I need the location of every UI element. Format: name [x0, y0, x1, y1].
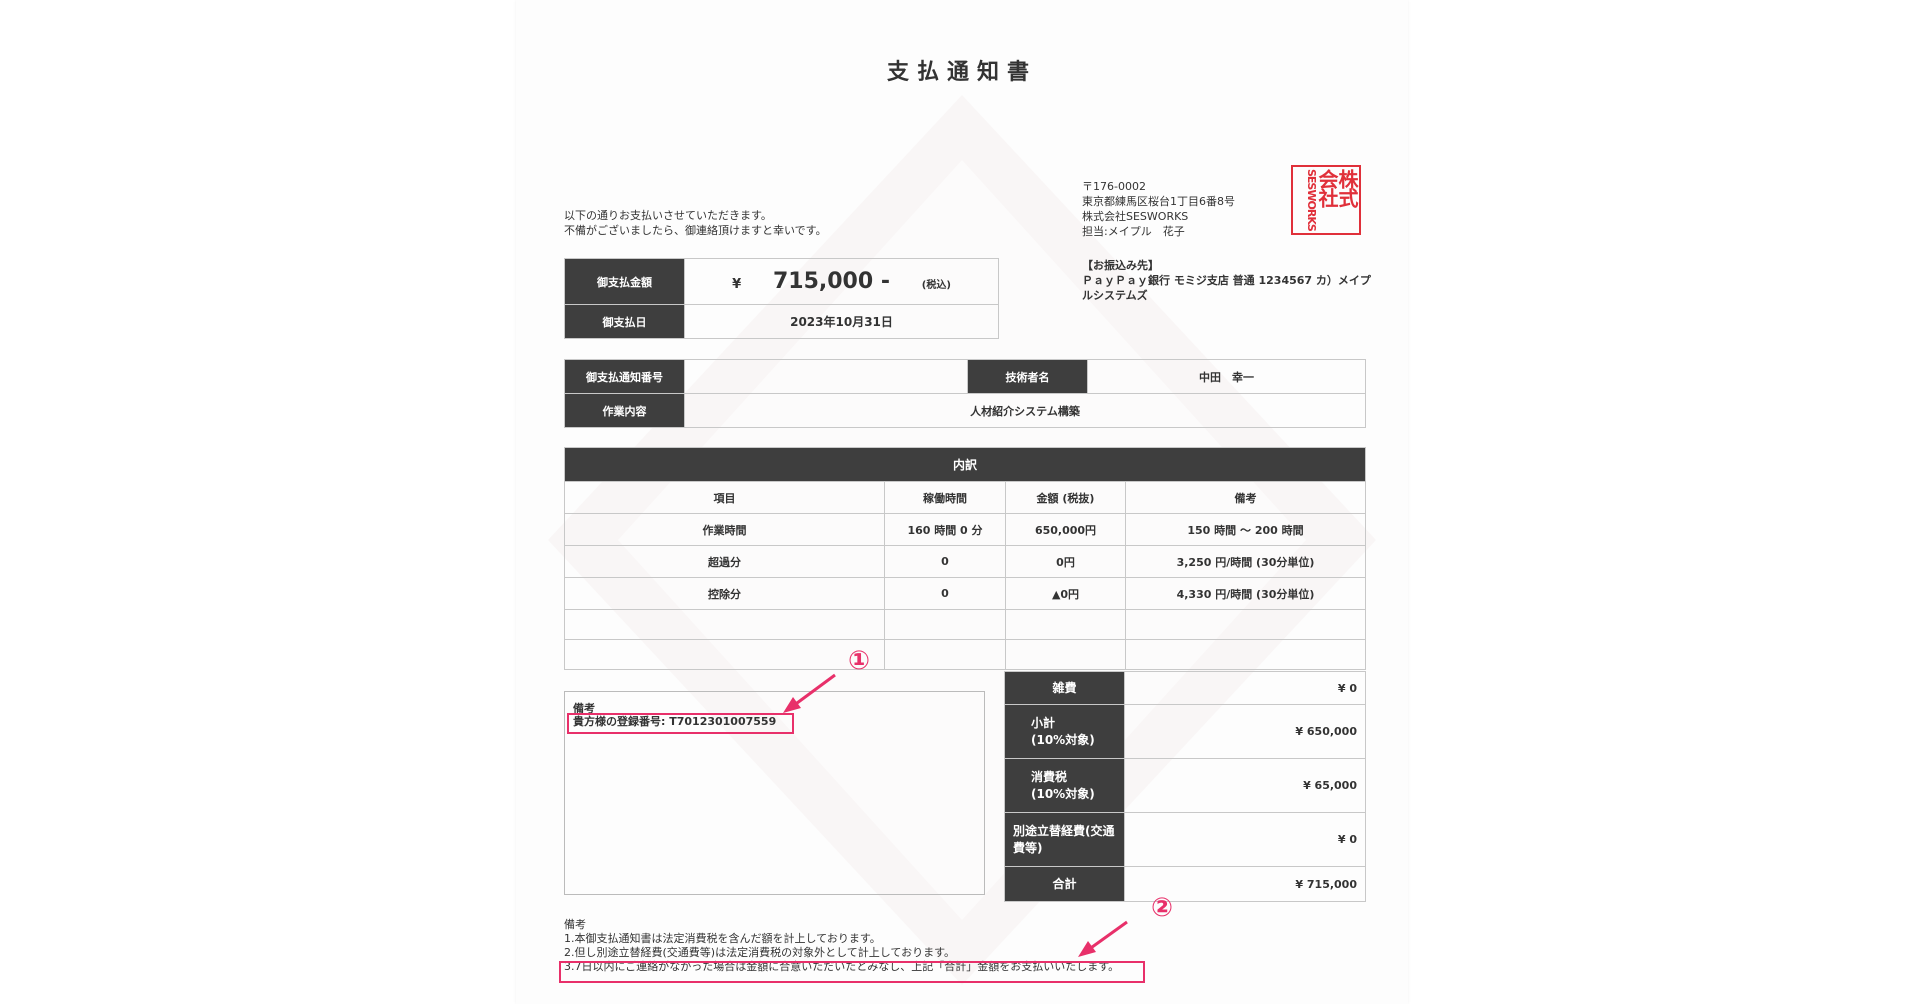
- payment-notice-document: 支払通知書 以下の通りお支払いさせていただきます。 不備がございましたら、御連絡…: [516, 0, 1408, 1004]
- intro-line-2: 不備がございましたら、御連絡頂けますと幸いです。: [564, 224, 827, 237]
- row-amount: 0円: [1005, 545, 1126, 578]
- amount-value: 715,000 -: [772, 269, 890, 294]
- row-amount: ▲0円: [1005, 577, 1126, 610]
- annotation-marker-2: ②: [1151, 893, 1174, 923]
- row-hours: 0: [884, 577, 1006, 610]
- breakdown-table: 内訳 項目 稼働時間 金額 (税抜) 備考 作業時間 160 時間 0 分 65…: [563, 447, 1367, 670]
- row-hours: 160 時間 0 分: [884, 513, 1006, 546]
- engineer-label: 技術者名: [967, 359, 1088, 394]
- payment-amount-table: 御支払金額 ¥ 715,000 - (税込) 御支払日 2023年10月31日: [564, 258, 999, 339]
- date-label: 御支払日: [564, 304, 685, 339]
- summary-label: 合計: [1004, 866, 1125, 902]
- row-amount: 650,000円: [1005, 513, 1126, 546]
- intro-line-1: 以下の通りお支払いさせていただきます。: [564, 209, 772, 222]
- work-content: 人材紹介システム構築: [684, 393, 1366, 428]
- row-note: 4,330 円/時間 (30分単位): [1124, 577, 1367, 610]
- highlight-box-2: [559, 961, 1145, 983]
- summary-label: 消費税 (10%対象): [1004, 758, 1125, 813]
- table-row: [564, 609, 1367, 640]
- tax-label: 消費税 (10%対象): [1031, 769, 1095, 801]
- sender-address: 東京都練馬区桜台1丁目6番8号: [1082, 195, 1235, 208]
- table-row: 作業時間 160 時間 0 分 650,000円 150 時間 ～ 200 時間: [564, 513, 1367, 546]
- subtotal-label: 小計 (10%対象): [1031, 715, 1095, 747]
- summary-label: 別途立替経費(交通費等): [1004, 812, 1125, 867]
- header-note: 備考: [1124, 481, 1367, 514]
- row-note: 3,250 円/時間 (30分単位): [1124, 545, 1367, 578]
- highlight-box-1: [567, 713, 794, 734]
- payment-date: 2023年10月31日: [684, 304, 999, 339]
- row-hours: 0: [884, 545, 1006, 578]
- row-item: [564, 639, 885, 670]
- work-label: 作業内容: [564, 393, 685, 428]
- bank-info: 【お振込み先】 ＰａｙＰａｙ銀行 モミジ支店 普通 1234567 カ）メイプル…: [1082, 258, 1372, 303]
- amount-tax: (税込): [921, 280, 951, 291]
- table-row: 超過分 0 0円 3,250 円/時間 (30分単位): [564, 545, 1367, 578]
- summary-value: ¥ 650,000: [1124, 704, 1366, 759]
- notes-label: 備考: [564, 918, 586, 931]
- header-amount: 金額 (税抜): [1005, 481, 1126, 514]
- amount-cell: ¥ 715,000 - (税込): [684, 258, 999, 305]
- sender-contact: 担当:メイプル 花子: [1082, 225, 1185, 238]
- row-amount: [1005, 609, 1126, 640]
- header-item: 項目: [564, 481, 885, 514]
- document-title: 支払通知書: [886, 60, 1037, 85]
- row-note: [1124, 639, 1367, 670]
- notice-number-label: 御支払通知番号: [564, 359, 685, 394]
- sender-info: 〒176-0002 東京都練馬区桜台1丁目6番8号 株式会社SESWORKS 担…: [1082, 179, 1235, 239]
- notice-info-table: 御支払通知番号 技術者名 中田 幸一 作業内容 人材紹介システム構築: [564, 359, 1366, 428]
- row-amount: [1005, 639, 1126, 670]
- summary-label: 雑費: [1004, 671, 1125, 705]
- row-item: 控除分: [564, 577, 885, 610]
- summary-value: ¥ 0: [1124, 812, 1366, 867]
- amount-label: 御支払金額: [564, 258, 685, 305]
- row-item: 作業時間: [564, 513, 885, 546]
- row-note: 150 時間 ～ 200 時間: [1124, 513, 1367, 546]
- stamp-text-1: 株式: [1335, 169, 1359, 207]
- stamp-text-2: 会社: [1315, 169, 1339, 207]
- row-note: [1124, 609, 1367, 640]
- row-hours: [884, 639, 1006, 670]
- summary-label: 小計 (10%対象): [1004, 704, 1125, 759]
- sender-postal: 〒176-0002: [1082, 180, 1146, 193]
- row-hours: [884, 609, 1006, 640]
- notice-number-value: [684, 359, 968, 394]
- summary-table: 雑費 ¥ 0 小計 (10%対象) ¥ 650,000 消費税 (10%対象) …: [1004, 671, 1366, 902]
- summary-value: ¥ 65,000: [1124, 758, 1366, 813]
- summary-value: ¥ 0: [1124, 671, 1366, 705]
- bank-detail: ＰａｙＰａｙ銀行 モミジ支店 普通 1234567 カ）メイプルシステムズ: [1082, 274, 1371, 302]
- header-hours: 稼働時間: [884, 481, 1006, 514]
- intro-text: 以下の通りお支払いさせていただきます。 不備がございましたら、御連絡頂けますと幸…: [564, 208, 827, 238]
- annotation-marker-1: ①: [848, 646, 871, 676]
- bank-label: 【お振込み先】: [1082, 259, 1159, 272]
- company-seal-stamp: 株式 会社 SESWORKS: [1291, 165, 1361, 235]
- row-item: 超過分: [564, 545, 885, 578]
- note-item-2: 2.但し別途立替経費(交通費等)は法定消費税の対象外として計上しております。: [564, 946, 955, 959]
- row-item: [564, 609, 885, 640]
- breakdown-title: 内訳: [563, 447, 1367, 482]
- engineer-name: 中田 幸一: [1087, 359, 1366, 394]
- sender-company: 株式会社SESWORKS: [1082, 210, 1189, 223]
- amount-currency: ¥: [732, 277, 742, 292]
- table-row: [564, 639, 1367, 670]
- note-item-1: 1.本御支払通知書は法定消費税を含んだ額を計上しております。: [564, 932, 881, 945]
- table-row: 控除分 0 ▲0円 4,330 円/時間 (30分単位): [564, 577, 1367, 610]
